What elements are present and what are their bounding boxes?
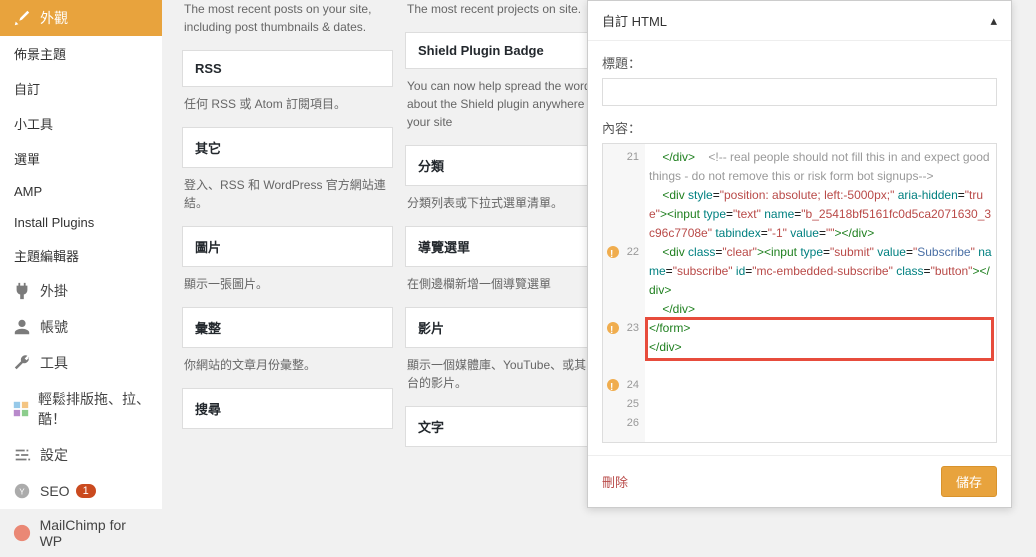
widget-archive[interactable]: 彙整 <box>182 307 393 348</box>
sliders-icon <box>12 445 32 465</box>
sidebar-item-settings[interactable]: 設定 <box>0 437 162 473</box>
code-editor[interactable]: 21 22 23 24 25 26 </div> <!-- real peopl… <box>602 143 997 443</box>
layout-icon <box>12 399 30 419</box>
user-icon <box>12 317 32 337</box>
sidebar-sub-editor[interactable]: 主題編輯器 <box>0 238 162 273</box>
plug-icon <box>12 281 32 301</box>
panel-title: 自訂 HTML <box>602 11 667 30</box>
sidebar-item-appearance[interactable]: 外觀 <box>0 0 162 36</box>
title-input[interactable] <box>602 78 997 106</box>
svg-text:Y: Y <box>19 488 25 497</box>
delete-link[interactable]: 刪除 <box>602 472 628 491</box>
panel-header[interactable]: 自訂 HTML ▴ <box>588 1 1011 41</box>
save-button[interactable]: 儲存 <box>941 466 997 497</box>
widget-categories[interactable]: 分類 <box>405 145 616 186</box>
seo-icon: Y <box>12 481 32 501</box>
sidebar-sub-menus[interactable]: 選單 <box>0 141 162 176</box>
mailchimp-icon <box>12 523 32 543</box>
sidebar-label: 外觀 <box>40 8 68 28</box>
code-lines: </div> <!-- real people should not fill … <box>649 148 992 357</box>
sidebar-item-builder[interactable]: 輕鬆排版拖、拉、酷！ <box>0 381 162 437</box>
widget-rss[interactable]: RSS <box>182 50 393 87</box>
sidebar-item-plugins[interactable]: 外掛 <box>0 273 162 309</box>
sidebar-item-mailchimp[interactable]: MailChimp for WP <box>0 509 162 557</box>
widget-search[interactable]: 搜尋 <box>182 388 393 429</box>
widget-video[interactable]: 影片 <box>405 307 616 348</box>
sidebar-sub-install-plugins[interactable]: Install Plugins <box>0 207 162 238</box>
sidebar-sub-amp[interactable]: AMP <box>0 176 162 207</box>
widget-shield[interactable]: Shield Plugin Badge <box>405 32 616 69</box>
wrench-icon <box>12 353 32 373</box>
collapse-icon[interactable]: ▴ <box>990 13 997 29</box>
widget-navmenu[interactable]: 導覽選單 <box>405 226 616 267</box>
widget-image[interactable]: 圖片 <box>182 226 393 267</box>
brush-icon <box>12 8 32 28</box>
widget-column-1: The most recent posts on your site, incl… <box>182 0 405 509</box>
widget-other[interactable]: 其它 <box>182 127 393 168</box>
sidebar-item-tools[interactable]: 工具 <box>0 345 162 381</box>
admin-sidebar: 外觀 佈景主題 自訂 小工具 選單 AMP Install Plugins 主題… <box>0 0 162 509</box>
label-content: 內容： <box>602 118 997 137</box>
sidebar-sub-themes[interactable]: 佈景主題 <box>0 36 162 71</box>
sidebar-sub-customize[interactable]: 自訂 <box>0 71 162 106</box>
widget-edit-panel: 自訂 HTML ▴ 標題： 內容： 21 22 23 24 25 26 </di… <box>587 0 1012 508</box>
widget-text[interactable]: 文字 <box>405 406 616 447</box>
gutter: 21 22 23 24 25 26 <box>603 144 645 442</box>
sidebar-sub-widgets[interactable]: 小工具 <box>0 106 162 141</box>
sidebar-item-seo[interactable]: YSEO1 <box>0 473 162 509</box>
sidebar-item-users[interactable]: 帳號 <box>0 309 162 345</box>
badge: 1 <box>76 484 96 498</box>
label-title: 標題： <box>602 53 997 72</box>
widget-desc: The most recent posts on your site, incl… <box>182 0 393 50</box>
